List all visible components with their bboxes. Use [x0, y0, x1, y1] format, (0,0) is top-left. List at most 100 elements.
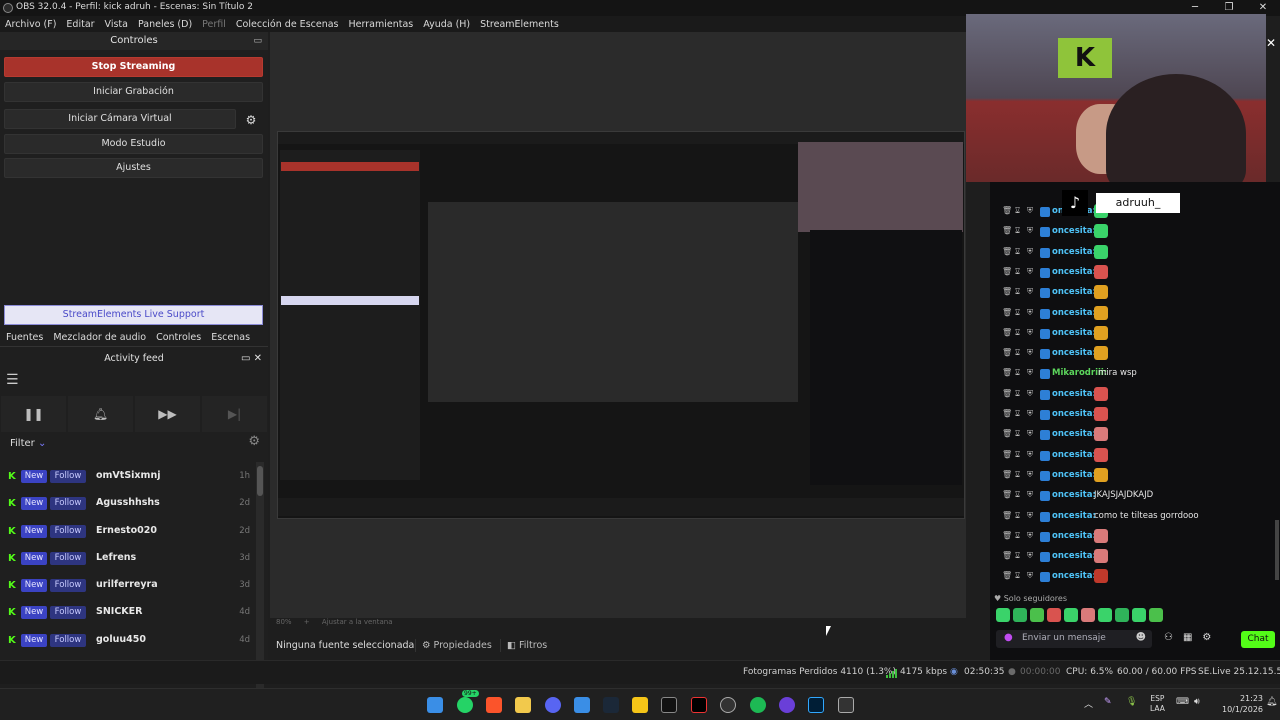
skip-icon[interactable]: ▶▶ [135, 396, 200, 432]
chat-message[interactable]: 🗑︎⌛︎ ⛨ oncesita: [1000, 285, 1270, 301]
tiktok-icon[interactable] [691, 697, 707, 713]
ban-icon[interactable]: ⛨ [1027, 531, 1033, 541]
chat-scrollbar[interactable] [1275, 520, 1279, 580]
delete-icon[interactable]: 🗑︎ [1002, 328, 1012, 337]
chat-username[interactable]: oncesita: [1052, 511, 1096, 521]
app-icon[interactable] [632, 697, 648, 713]
delete-icon[interactable]: 🗑︎ [1002, 409, 1012, 418]
chat-message[interactable]: 🗑︎⌛︎ ⛨ oncesita: [1000, 569, 1270, 585]
delete-icon[interactable]: 🗑︎ [1002, 226, 1012, 235]
feed-item[interactable]: K New Follow urilferreyra 3d [0, 573, 256, 600]
delete-icon[interactable]: 🗑︎ [1002, 368, 1012, 377]
chat-message[interactable]: 🗑︎⌛︎ ⛨ oncesita: [1000, 386, 1270, 403]
chat-username[interactable]: oncesita: [1052, 571, 1096, 581]
feed-item[interactable]: K New Follow Ernesto020 2d [0, 519, 256, 546]
chat-input[interactable]: ● Enviar un mensaje ☻ [996, 630, 1152, 648]
chat-username[interactable]: oncesita: [1052, 308, 1096, 318]
chat-message[interactable]: 🗑︎ ⌛︎ ⛨ Mikarodriii: mira wsp [1000, 366, 1270, 382]
chat-message[interactable]: 🗑︎ ⌛︎ ⛨ oncesita: JKAJSJAJDKAJD [1000, 488, 1270, 504]
ban-icon[interactable]: ⛨ [1027, 409, 1033, 419]
skip-end-icon[interactable]: ▶| [202, 396, 267, 432]
chat-username[interactable]: oncesita: [1052, 287, 1096, 297]
steam-icon[interactable] [603, 697, 619, 713]
chat-message[interactable]: 🗑︎⌛︎ ⛨ oncesita: [1000, 346, 1270, 362]
chat-username[interactable]: oncesita: [1052, 328, 1096, 338]
emote-icon[interactable] [1115, 608, 1129, 622]
chat-username[interactable]: oncesita: [1052, 470, 1096, 480]
timeout-icon[interactable]: ⌛︎ [1015, 267, 1020, 277]
timeout-icon[interactable]: ⌛︎ [1015, 429, 1020, 439]
timeout-icon[interactable]: ⌛︎ [1015, 531, 1020, 541]
emote-icon[interactable] [1149, 608, 1163, 622]
timeout-icon[interactable]: ⌛︎ [1015, 226, 1020, 236]
studio-mode-button[interactable]: Modo Estudio [4, 134, 263, 154]
timeout-icon[interactable]: ⌛︎ [1015, 206, 1020, 216]
emoji-icon[interactable]: ☻ [1136, 632, 1146, 643]
delete-icon[interactable]: 🗑︎ [1002, 348, 1012, 357]
tab-controles[interactable]: Controles [156, 332, 201, 343]
chat-username[interactable]: oncesita: [1052, 450, 1096, 460]
chat-username[interactable]: oncesita: [1052, 551, 1096, 561]
timeout-icon[interactable]: ⌛︎ [1015, 511, 1020, 521]
emote-icon[interactable] [1098, 608, 1112, 622]
mic-icon[interactable]: 🎙︎ [1126, 697, 1137, 707]
chat-message[interactable]: 🗑︎⌛︎ ⛨ oncesita: [1000, 305, 1270, 322]
emote-icon[interactable] [1030, 608, 1044, 622]
delete-icon[interactable]: 🗑︎ [1002, 429, 1012, 438]
pen-icon[interactable]: ✎ [1104, 697, 1112, 707]
windows-start-icon[interactable] [427, 697, 443, 713]
system-clock[interactable]: 21:23 10/1/2026 [1222, 693, 1263, 715]
filter-dropdown[interactable]: Filter ⌄ [10, 438, 46, 449]
start-recording-button[interactable]: Iniciar Grabación [4, 82, 263, 102]
ban-icon[interactable]: ⛨ [1027, 226, 1033, 236]
feed-settings-gear-icon[interactable]: ⚙ [248, 434, 260, 449]
discord-icon[interactable] [545, 697, 561, 713]
emote-icon[interactable] [1132, 608, 1146, 622]
chat-username[interactable]: oncesita: [1052, 226, 1096, 236]
stop-streaming-button[interactable]: Stop Streaming [4, 57, 263, 77]
feed-item[interactable]: K New Follow Agusshhshs 2d [0, 491, 256, 518]
timeout-icon[interactable]: ⌛︎ [1015, 348, 1020, 358]
users-icon[interactable]: ⚇ [1164, 632, 1173, 643]
virtual-camera-button[interactable]: Iniciar Cámara Virtual [4, 109, 236, 129]
tray-chevron-icon[interactable]: ︿ [1084, 697, 1093, 710]
feed-item[interactable]: K New Follow Lefrens 3d [0, 546, 256, 573]
chat-message[interactable]: 🗑︎⌛︎ ⛨ oncesita: [1000, 427, 1270, 443]
notification-bell-icon[interactable]: 🔔︎ [1266, 697, 1277, 707]
menu-streamelements[interactable]: StreamElements [480, 19, 559, 30]
timeout-icon[interactable]: ⌛︎ [1015, 450, 1020, 460]
timeout-icon[interactable]: ⌛︎ [1015, 308, 1020, 318]
delete-icon[interactable]: 🗑︎ [1002, 206, 1012, 215]
chat-username[interactable]: oncesita: [1052, 348, 1096, 358]
filters-button[interactable]: ◧ Filtros [500, 639, 553, 652]
hamburger-menu-icon[interactable]: ☰ [6, 372, 19, 388]
ban-icon[interactable]: ⛨ [1027, 470, 1033, 480]
chat-message[interactable]: 🗑︎⌛︎ ⛨ oncesita: [1000, 447, 1270, 464]
obs-icon[interactable] [720, 697, 736, 713]
delete-icon[interactable]: 🗑︎ [1002, 308, 1012, 317]
menu-paneles[interactable]: Paneles (D) [138, 19, 192, 30]
delete-icon[interactable]: 🗑︎ [1002, 450, 1012, 459]
chat-username[interactable]: oncesita: [1052, 409, 1096, 419]
ban-icon[interactable]: ⛨ [1027, 348, 1033, 358]
emote-icon[interactable] [1064, 608, 1078, 622]
zoom-in-icon[interactable]: + [304, 618, 310, 626]
chat-message[interactable]: 🗑︎⌛︎ ⛨ oncesita: [1000, 244, 1270, 261]
emote-icon[interactable] [996, 608, 1010, 622]
timeout-icon[interactable]: ⌛︎ [1015, 551, 1020, 561]
zoom-level[interactable]: 80% [276, 618, 292, 626]
delete-icon[interactable]: 🗑︎ [1002, 267, 1012, 276]
language-indicator[interactable]: ESP LAA [1150, 694, 1165, 714]
delete-icon[interactable]: 🗑︎ [1002, 511, 1012, 520]
ban-icon[interactable]: ⛨ [1027, 571, 1033, 581]
menu-editar[interactable]: Editar [66, 19, 94, 30]
timeout-icon[interactable]: ⌛︎ [1015, 470, 1020, 480]
emote-icon[interactable] [1081, 608, 1095, 622]
delete-icon[interactable]: 🗑︎ [1002, 389, 1012, 398]
dock-float-icon[interactable]: ▭ [253, 32, 262, 50]
ban-icon[interactable]: ⛨ [1027, 551, 1033, 561]
chat-username[interactable]: oncesita: [1052, 531, 1096, 541]
chat-username[interactable]: oncesita: [1052, 267, 1096, 277]
browser-icon[interactable] [779, 697, 795, 713]
folder-icon[interactable] [515, 697, 531, 713]
